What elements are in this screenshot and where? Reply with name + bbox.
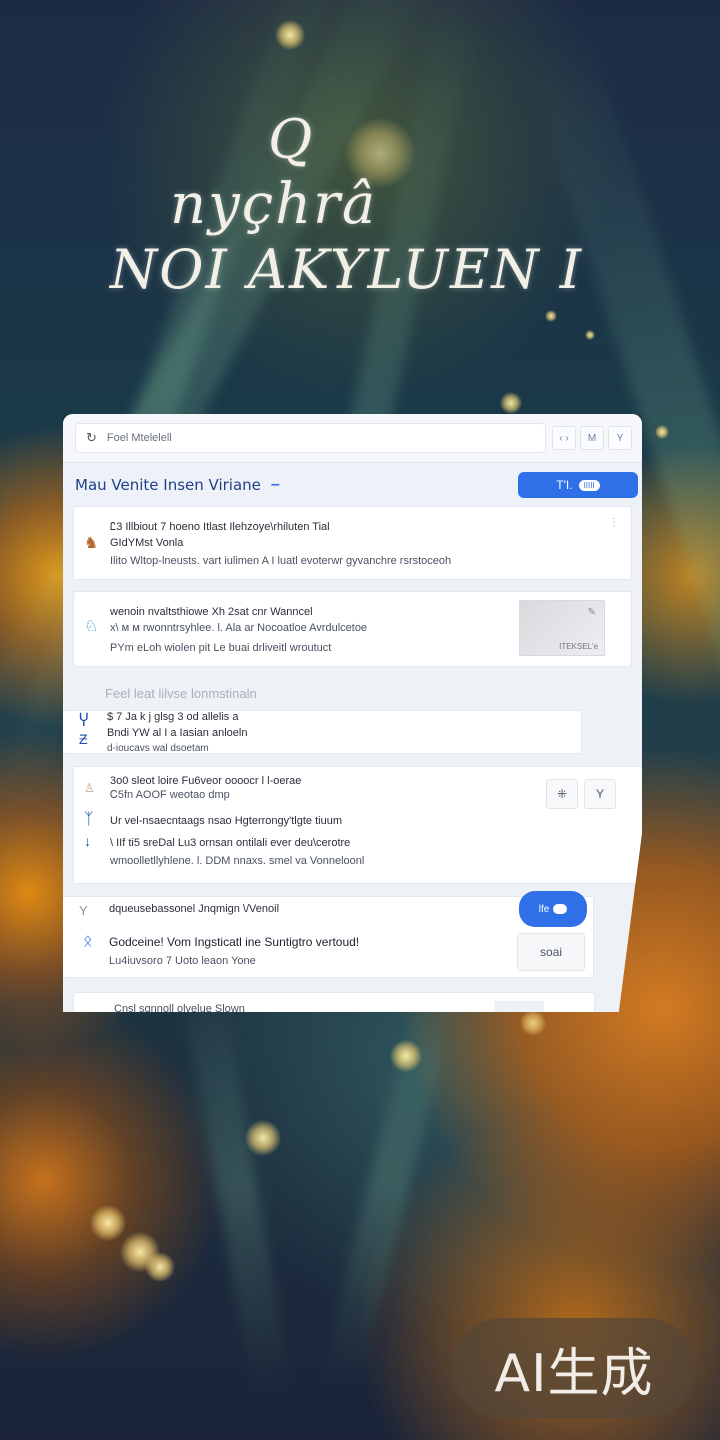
toggle-pill-button[interactable]: lfe	[519, 891, 587, 927]
thumbnail-caption: ITEKSEL'e	[559, 642, 598, 651]
arrow-icon: ↓	[84, 833, 91, 849]
list-item[interactable]: ♞ Ꮭ3 Illbiout 7 hoeno Itlast Ilehzoye\rh…	[73, 506, 632, 580]
settings-icon-button[interactable]: ⁜	[546, 779, 578, 809]
list-item-title: $ 7 Ja k j glsg 3 od allelis a	[107, 711, 239, 723]
page-header: Mau Venite Insen Viriane – T'I. IIIII	[63, 463, 642, 507]
list-item-detail: PYm eLoh wiolen pit Le buai drliveitl wr…	[110, 642, 332, 654]
bokeh-light	[655, 425, 669, 439]
thumbnail-image[interactable]: ✎ ITEKSEL'e	[519, 600, 605, 656]
list-item-title: Cnsl sgnnoll olvelue Slown	[114, 1003, 245, 1012]
window-controls: ‹ › M Y	[552, 426, 632, 450]
list-item-subtitle: Bndi YW al I a Iasian anloeln	[107, 727, 248, 739]
list-item[interactable]: Ⴤ Ƶ $ 7 Ja k j glsg 3 od allelis a Bndi …	[63, 710, 582, 754]
nav-arrows-icon[interactable]: ‹ ›	[552, 426, 576, 450]
list-item[interactable]: ♘ wenoin nvaltsthiowe Xh 2sat cnr Wannce…	[73, 591, 632, 667]
section-label: Feel leat lilvse lonmstinaln	[105, 686, 257, 701]
arrow-icon: Ƶ	[79, 731, 88, 747]
toggle-pill-label: lfe	[538, 903, 550, 915]
list-item-subtitle: x\ ᴍ ᴍ rwonntrsyhlee. l. Ala ar Nocoatlo…	[110, 622, 368, 634]
page-title: Mau Venite Insen Viriane	[75, 476, 261, 494]
list-item-detail: wmoolletllyhlene. l. DDM nnaxs. smel va …	[110, 855, 365, 867]
bokeh-light	[245, 1120, 281, 1156]
address-bar[interactable]: ↻ Foel Mtelelell	[75, 423, 546, 453]
address-text: Foel Mtelelell	[106, 432, 172, 444]
ai-generated-badge: AI生成	[452, 1318, 696, 1418]
bokeh-light	[390, 1040, 422, 1072]
primary-button-label: T'I.	[556, 478, 573, 492]
bokeh-light	[500, 392, 522, 414]
light-beam	[180, 976, 293, 1398]
bokeh-light	[545, 310, 557, 322]
list-item-subtitle: GIdYMst Vonla	[110, 537, 184, 549]
list-item[interactable]: Cnsl sgnnoll olvelue Slown	[73, 992, 595, 1012]
collapse-dash-icon[interactable]: –	[271, 476, 280, 494]
bokeh-light	[585, 330, 595, 340]
list-item-detail: Ur vel-nsaecntaags nsao Hgterrongy'tlgte…	[110, 815, 342, 827]
toggle-icon	[553, 904, 568, 914]
app-window: ↻ Foel Mtelelell ‹ › M Y Mau Venite Inse…	[63, 414, 642, 1012]
bokeh-light	[145, 1252, 175, 1282]
list-item-detail: \ IIf ti5 sreDal Lu3 ornsan ontilali eve…	[110, 837, 351, 849]
feather-icon: ᛉ	[84, 811, 94, 828]
refresh-icon[interactable]: ↻	[86, 430, 97, 446]
list-item-title: Ꮭ3 Illbiout 7 hoeno Itlast Ilehzoye\rhil…	[110, 521, 330, 533]
list-item-title: wenoin nvaltsthiowe Xh 2sat cnr Wanncel	[110, 606, 313, 618]
filter-icon[interactable]: Y	[608, 426, 632, 450]
scrawl-mark: Q	[268, 108, 315, 171]
figure-icon: ♙	[84, 781, 95, 795]
scrawl-line-2: NOI AKYLUEN I	[110, 238, 584, 301]
list-item-title: dqueusebassonel Jnqmign \/Venoil	[109, 903, 280, 915]
list-item-title: 3o0 sleot loire Fu6veor oooocr l l-oerae	[110, 775, 302, 787]
primary-button-pill: IIIII	[578, 479, 600, 491]
kebab-icon[interactable]: ⋮	[609, 517, 619, 528]
figure-icon: ♞	[84, 535, 99, 552]
feather-icon: Ⴤ	[79, 713, 89, 730]
list-item-subtitle: Ꮯ5fn AOOF weotao dmp	[110, 789, 230, 801]
title-bar: ↻ Foel Mtelelell ‹ › M Y	[63, 414, 642, 463]
bokeh-light	[90, 1205, 126, 1241]
bokeh-light	[520, 1010, 546, 1036]
bokeh-light	[275, 20, 305, 50]
primary-action-button[interactable]: T'I. IIIII	[518, 472, 638, 498]
figure-icon: ᛟ	[83, 933, 93, 950]
pencil-icon[interactable]: ✎	[588, 607, 596, 618]
list-item-detail: Ilito Wltop-lneusts. vart iulimen A I lu…	[110, 555, 452, 567]
list-item[interactable]: ♙ 3o0 sleot loire Fu6veor oooocr l l-oer…	[73, 766, 642, 884]
scrawl-line-1: nyçhrâ	[170, 172, 378, 237]
list-item-detail: d-ioucavs wal dsoetam	[107, 743, 209, 754]
secondary-button[interactable]: soai	[517, 933, 585, 971]
light-beam	[318, 975, 460, 1393]
figure-icon: Y	[79, 903, 88, 918]
list-item-subtitle: Godceine! Vom Ingsticatl ine Suntigtro v…	[109, 935, 360, 949]
list-item[interactable]: Y dqueusebassonel Jnqmign \/Venoil ᛟ God…	[63, 891, 594, 978]
filter-icon-button[interactable]: Y	[584, 779, 616, 809]
placeholder-box	[494, 1001, 544, 1012]
figure-icon: ♘	[84, 618, 99, 635]
list-item-detail: Lu4iuvsoro 7 Uoto leaon Yone	[109, 955, 256, 967]
grid-icon[interactable]: M	[580, 426, 604, 450]
